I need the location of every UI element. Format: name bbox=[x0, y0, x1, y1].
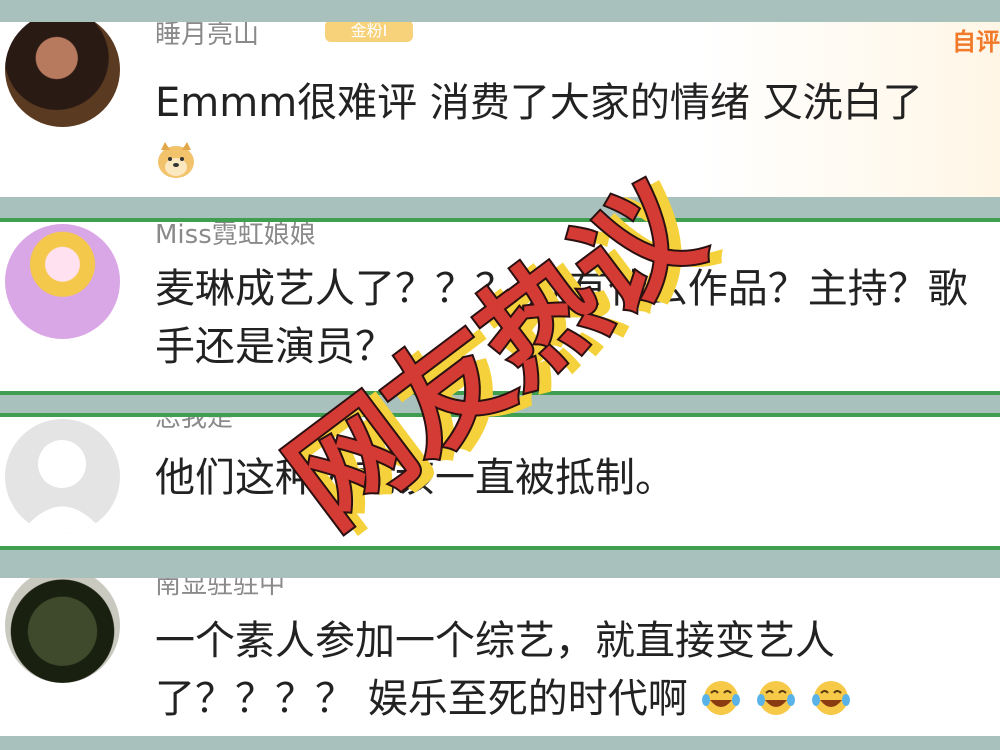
default-user-icon bbox=[20, 440, 105, 534]
comment-username[interactable]: Miss霓虹娘娘 bbox=[155, 222, 316, 251]
avatar[interactable] bbox=[5, 578, 120, 683]
comment-text: 麦琳成艺人了？？？ 她有什么作品？主持？歌手还是演员？ bbox=[155, 266, 968, 370]
comment-card-4: 南显驻驻中 一个素人参加一个综艺，就直接变艺人了？？？？ 娱乐至死的时代啊 bbox=[0, 578, 1000, 736]
comment-card-3: 恋我是 他们这种人就该一直被抵制。 bbox=[0, 413, 1000, 550]
laugh-cry-emoji-icon bbox=[702, 681, 741, 715]
comment-text: 他们这种人就该一直被抵制。 bbox=[155, 455, 675, 501]
laugh-cry-emoji-icon bbox=[757, 681, 796, 715]
fan-badge: 金粉I bbox=[325, 22, 413, 42]
avatar[interactable] bbox=[5, 22, 120, 127]
comment-username[interactable]: 恋我是 bbox=[155, 417, 233, 434]
laugh-cry-emoji-icon bbox=[811, 681, 850, 715]
comment-username[interactable]: 南显驻驻中 bbox=[155, 578, 285, 601]
comment-card-2: Miss霓虹娘娘 麦琳成艺人了？？？ 她有什么作品？主持？歌手还是演员？ bbox=[0, 218, 1000, 395]
avatar-default[interactable] bbox=[5, 419, 120, 534]
doge-emoji-icon bbox=[158, 142, 194, 178]
comment-body: Emmm很难评 消费了大家的情绪 又洗白了 bbox=[155, 80, 923, 126]
comment-card-1: 睡月亮山 金粉I 自评 Emmm很难评 消费了大家的情绪 又洗白了 bbox=[0, 22, 1000, 197]
comment-username[interactable]: 睡月亮山 bbox=[155, 22, 259, 51]
comment-text: Emmm很难评 消费了大家的情绪 又洗白了 bbox=[155, 74, 972, 190]
avatar[interactable] bbox=[5, 224, 120, 339]
comment-text: 一个素人参加一个综艺，就直接变艺人了？？？？ 娱乐至死的时代啊 bbox=[155, 612, 972, 728]
corner-label[interactable]: 自评 bbox=[952, 22, 1000, 57]
